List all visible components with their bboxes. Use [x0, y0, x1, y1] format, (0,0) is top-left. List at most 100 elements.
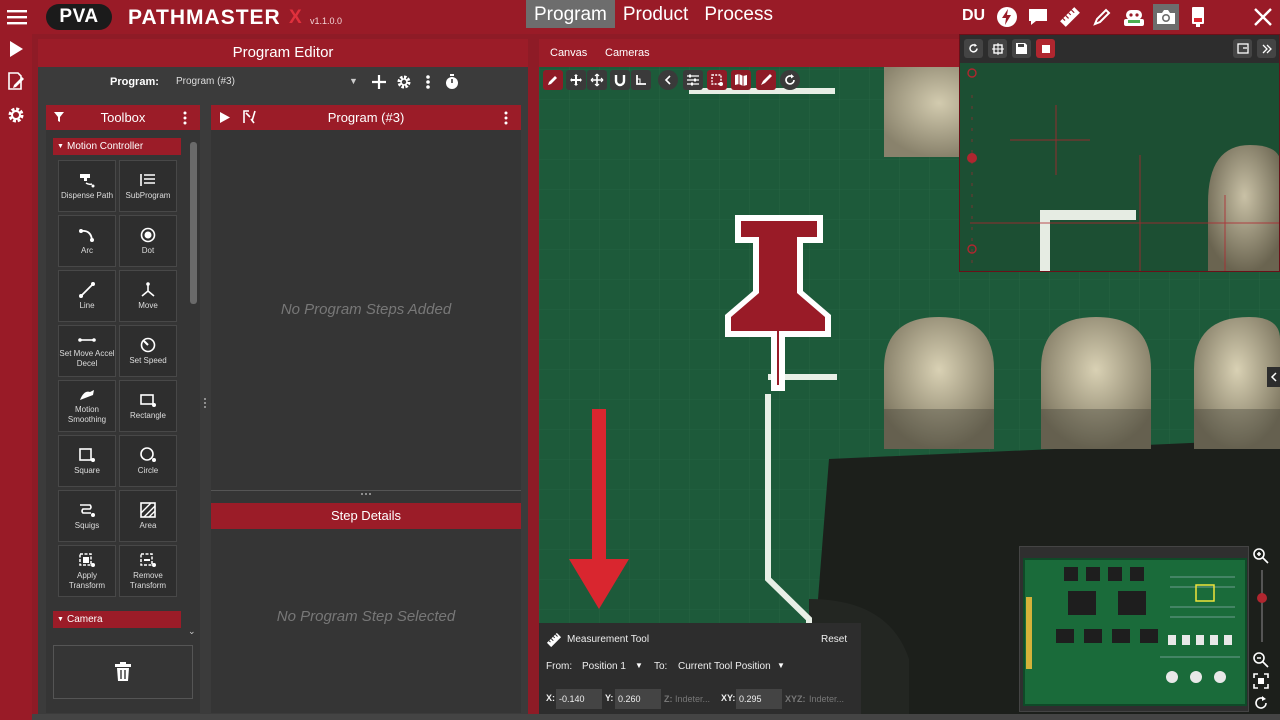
delete-button[interactable]: [53, 645, 193, 699]
splitter-handle-icon[interactable]: [203, 397, 207, 409]
group-camera[interactable]: ▼ Camera: [53, 611, 181, 628]
program-select-caret-icon[interactable]: ▼: [349, 76, 358, 86]
camera-inset-toolbar: [960, 35, 1279, 63]
zoom-slider-thumb[interactable]: [1257, 593, 1267, 603]
chevron-left-icon[interactable]: [658, 70, 678, 90]
program-select[interactable]: Program (#3): [176, 76, 235, 87]
arc-icon: [79, 228, 94, 242]
camera-refresh-icon[interactable]: [964, 39, 983, 58]
tool-label: SubProgram: [125, 190, 171, 200]
zoom-slider-track[interactable]: [1261, 570, 1263, 642]
camera-inset[interactable]: [959, 34, 1280, 272]
camera-target-icon[interactable]: [988, 39, 1007, 58]
tab-canvas[interactable]: Canvas: [550, 47, 587, 59]
user-initials[interactable]: DU: [962, 7, 985, 25]
tool-motion-smoothing[interactable]: Motion Smoothing: [58, 380, 116, 432]
edit-document-icon[interactable]: [6, 71, 26, 91]
move-icon[interactable]: [566, 70, 586, 90]
refresh-icon[interactable]: [780, 70, 800, 90]
pop-out-icon[interactable]: [1233, 39, 1252, 58]
tool-dot[interactable]: Dot: [119, 215, 177, 267]
details-splitter-grip-icon[interactable]: [360, 492, 372, 496]
x-field[interactable]: -0.140: [556, 689, 602, 709]
save-icon[interactable]: [1012, 39, 1031, 58]
tool-remove-transform[interactable]: Remove Transform: [119, 545, 177, 597]
toolbox-scrollbar[interactable]: [190, 142, 197, 304]
measurement-tool-panel: Measurement Tool Reset From: Position 1 …: [539, 623, 861, 714]
tool-arc[interactable]: Arc: [58, 215, 116, 267]
corner-icon[interactable]: [631, 70, 651, 90]
zoom-out-icon[interactable]: [1252, 651, 1272, 671]
tool-set-move-accel-decel[interactable]: Set Move Accel Decel: [58, 325, 116, 377]
fit-board-icon[interactable]: [1252, 672, 1272, 692]
robot-icon[interactable]: [1121, 4, 1147, 30]
from-label: From:: [546, 661, 573, 672]
sliders-icon[interactable]: [683, 70, 703, 90]
tool-dispense-path[interactable]: Dispense Path: [58, 160, 116, 212]
device-icon[interactable]: [1185, 4, 1211, 30]
program-sequence-more-icon[interactable]: [503, 111, 509, 125]
tool-set-speed[interactable]: Set Speed: [119, 325, 177, 377]
app-version: v1.1.0.0: [310, 16, 343, 26]
ruler-icon[interactable]: [1057, 4, 1083, 30]
tab-cameras[interactable]: Cameras: [605, 47, 650, 59]
hamburger-menu-icon[interactable]: [6, 7, 28, 27]
to-select[interactable]: Current Tool Position ▼: [675, 656, 791, 676]
tool-move[interactable]: Move: [119, 270, 177, 322]
pencil-icon[interactable]: [543, 70, 563, 90]
tool-line[interactable]: Line: [58, 270, 116, 322]
xy-field[interactable]: 0.295: [736, 689, 782, 709]
xyz-value: Indeter...: [809, 694, 845, 704]
group-motion-controller[interactable]: ▼ Motion Controller: [53, 138, 181, 155]
tool-squigs[interactable]: Squigs: [58, 490, 116, 542]
tool-rectangle[interactable]: Rectangle: [119, 380, 177, 432]
program-more-icon[interactable]: [418, 72, 438, 92]
tool-label: Motion Smoothing: [67, 404, 107, 424]
empty-step-message: No Program Step Selected: [276, 608, 456, 625]
toolbox-more-icon[interactable]: [182, 111, 188, 125]
scroll-down-icon[interactable]: ⌄: [188, 626, 196, 637]
tool-area[interactable]: Area: [119, 490, 177, 542]
play-icon[interactable]: [6, 39, 26, 59]
close-icon[interactable]: [1250, 4, 1276, 30]
gear-icon[interactable]: [6, 105, 26, 125]
lightning-icon[interactable]: [994, 4, 1020, 30]
timer-icon[interactable]: [442, 72, 462, 92]
step-details-header: Step Details: [211, 503, 521, 529]
tab-process[interactable]: Process: [696, 0, 781, 28]
tool-label: Square: [74, 465, 100, 475]
move-icon: [141, 281, 155, 297]
pen-icon[interactable]: [1089, 4, 1115, 30]
brush-icon[interactable]: [756, 70, 776, 90]
square-icon: [79, 447, 95, 462]
tool-apply-transform[interactable]: Apply Transform: [58, 545, 116, 597]
magnet-icon[interactable]: [610, 70, 630, 90]
stop-record-icon[interactable]: [1036, 39, 1055, 58]
add-program-icon[interactable]: [369, 72, 389, 92]
tool-square[interactable]: Square: [58, 435, 116, 487]
pan-icon[interactable]: [587, 70, 607, 90]
top-tabs: Program Product Process: [526, 0, 781, 34]
y-field[interactable]: 0.260: [615, 689, 661, 709]
tab-product[interactable]: Product: [615, 0, 696, 28]
from-select[interactable]: Position 1 ▼: [579, 656, 649, 676]
map-icon[interactable]: [731, 70, 751, 90]
tool-circle[interactable]: Circle: [119, 435, 177, 487]
zoom-in-icon[interactable]: [1252, 547, 1272, 567]
tab-program[interactable]: Program: [526, 0, 615, 28]
board-minimap[interactable]: [1019, 546, 1249, 712]
bottom-scroll-strip: [32, 714, 1280, 720]
program-settings-icon[interactable]: [394, 72, 414, 92]
dispense-path-icon: [80, 173, 95, 187]
tool-label: Area: [139, 520, 157, 530]
collapse-inset-icon[interactable]: [1257, 39, 1276, 58]
reset-view-icon[interactable]: [1252, 694, 1272, 714]
tool-label: Dot: [141, 245, 155, 255]
expand-panel-icon[interactable]: [1267, 367, 1280, 387]
tool-subprogram[interactable]: SubProgram: [119, 160, 177, 212]
reset-button[interactable]: Reset: [821, 634, 847, 645]
chat-icon[interactable]: [1025, 4, 1051, 30]
transform-icon[interactable]: [707, 70, 727, 90]
group-label: Camera: [67, 614, 103, 625]
camera-icon[interactable]: [1153, 4, 1179, 30]
